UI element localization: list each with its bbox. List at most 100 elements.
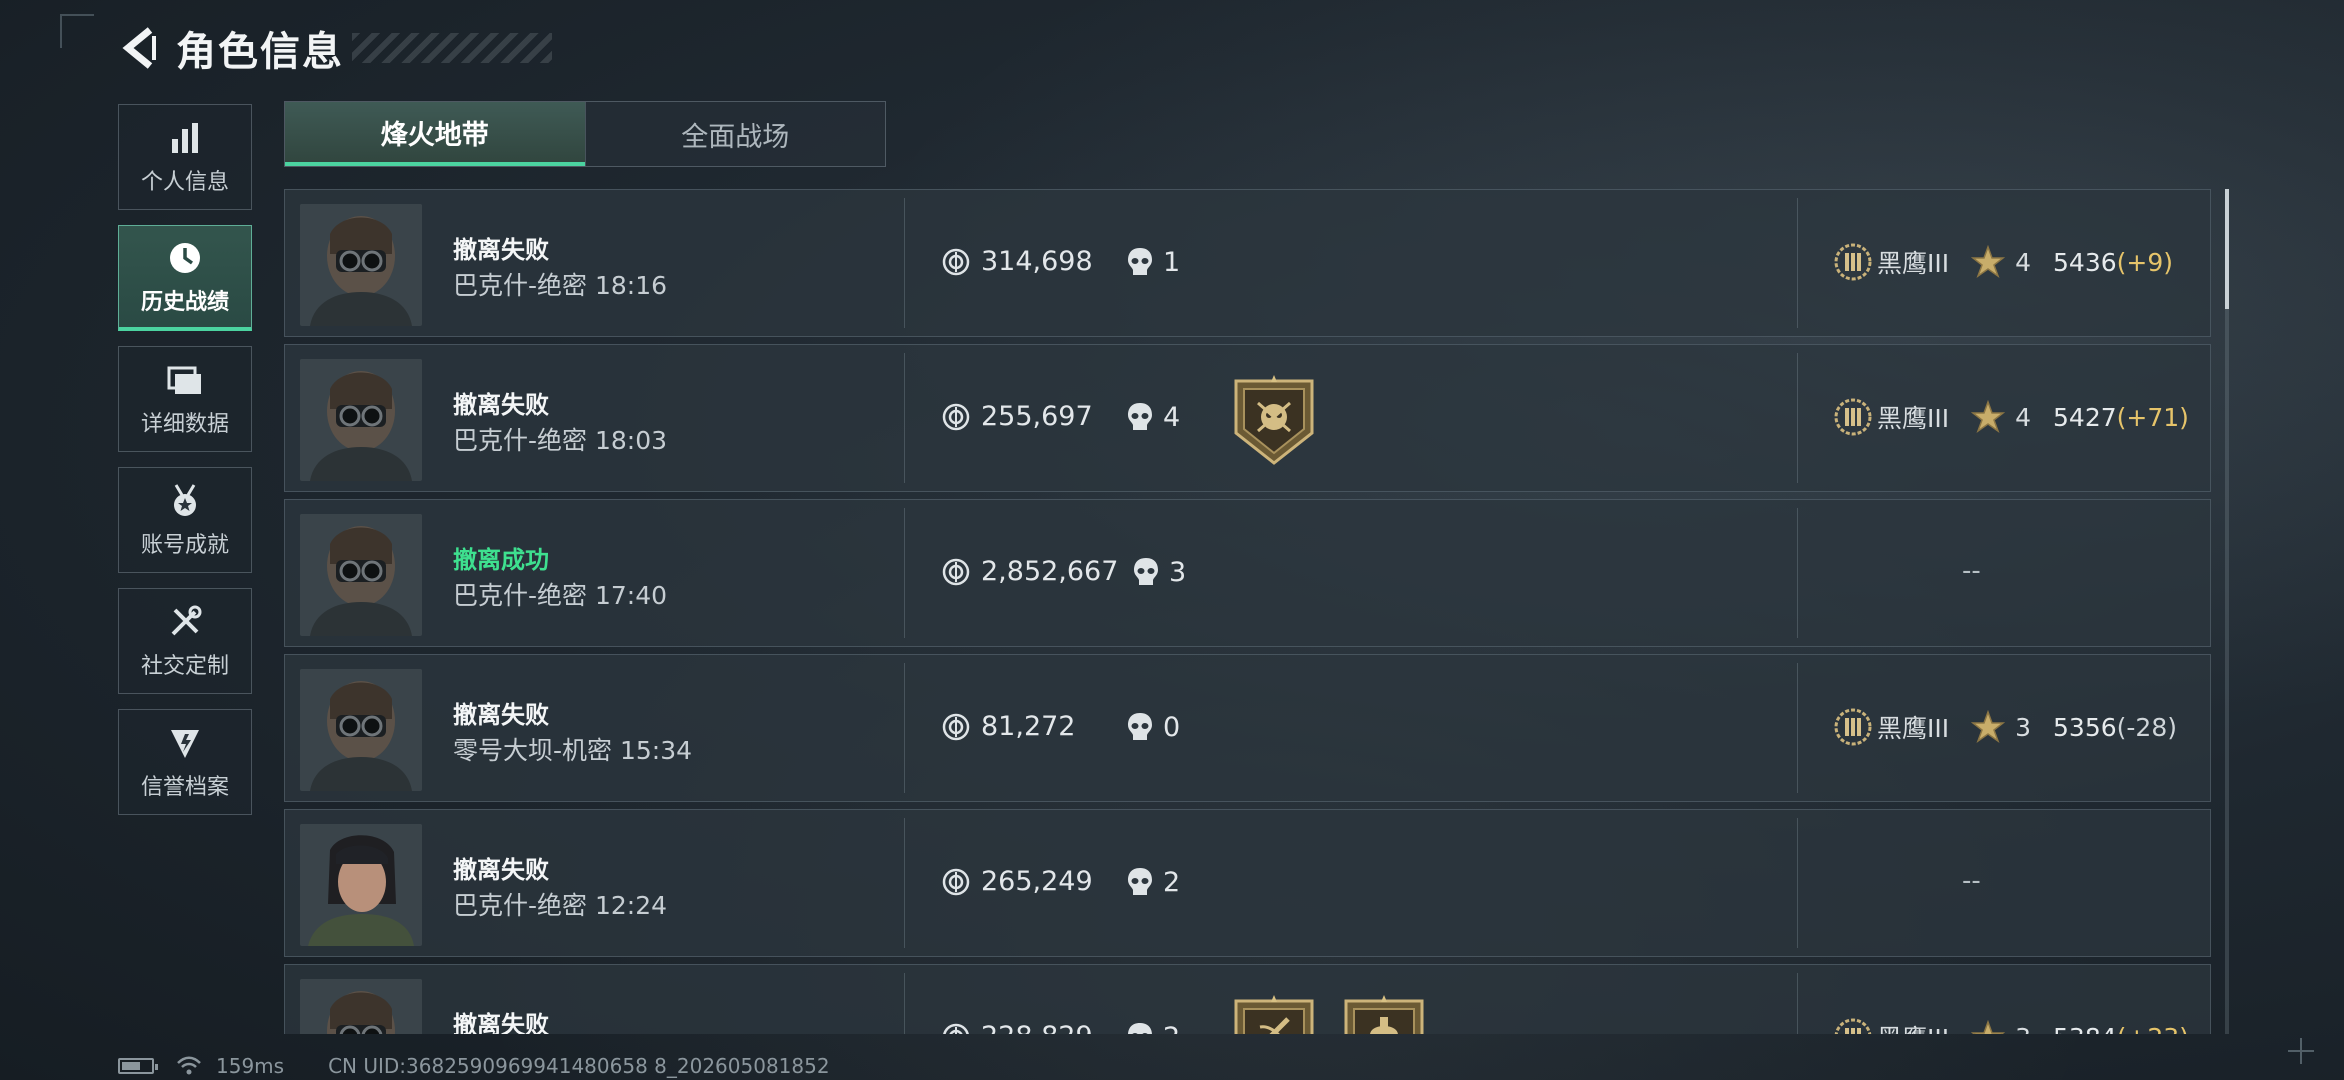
corner-decoration (60, 14, 94, 48)
nav-label: 个人信息 (140, 170, 229, 195)
match-record-row[interactable]: 撤离失败 巴克什-绝密 12:24 265,249 2 -- (284, 809, 2211, 957)
title-decoration (352, 33, 552, 63)
knife-medal-icon[interactable] (1230, 995, 1318, 1034)
kill-count-text: 3 (1169, 556, 1187, 588)
skull-icon (1125, 401, 1155, 433)
back-arrow-icon[interactable] (118, 22, 162, 74)
kill-count: 0 (1125, 711, 1180, 743)
divider (904, 973, 905, 1034)
coin-icon (941, 247, 971, 277)
loot-value: 2,852,667 (941, 556, 1118, 587)
rank-score: 5384 (2053, 1023, 2117, 1035)
nav-item-detailed-data[interactable]: 详细数据 (118, 346, 252, 452)
rank-name: 黑鹰III (1877, 404, 1950, 433)
medal-icon (165, 481, 205, 521)
loot-value-text: 314,698 (981, 246, 1093, 277)
divider (1797, 508, 1798, 638)
nav-item-social-customization[interactable]: 社交定制 (118, 588, 252, 694)
match-record-row[interactable]: 撤离失败 228,829 2 黑鹰III 3 5384(+23) (284, 964, 2211, 1034)
loot-value-text: 81,272 (981, 711, 1076, 742)
divider (1797, 973, 1798, 1034)
rank-badge-icon (1833, 397, 1873, 437)
skull-icon (1125, 1021, 1155, 1034)
star-icon (1971, 245, 2005, 279)
loot-value: 81,272 (941, 711, 1075, 742)
operator-avatar (300, 669, 422, 791)
loot-value: 265,249 (941, 866, 1093, 897)
clock-icon (165, 238, 205, 278)
score-delta: (+23) (2117, 1023, 2189, 1035)
tab-beacon-zone[interactable]: 烽火地带 (285, 102, 585, 166)
rank-name: 黑鹰III (1877, 714, 1950, 743)
tools-icon (165, 602, 205, 642)
map-and-time: 巴克什-绝密 12:24 (453, 891, 668, 920)
loot-value-text: 255,697 (981, 401, 1093, 432)
star-icon (1971, 1020, 2005, 1034)
helmet-medal-icon[interactable] (1340, 995, 1428, 1034)
star-icon (1971, 400, 2005, 434)
bar-chart-icon (165, 118, 205, 158)
nav-item-match-history[interactable]: 历史战绩 (118, 225, 252, 331)
scrollbar-thumb[interactable] (2225, 189, 2229, 309)
extraction-status: 撤离失败 (453, 856, 549, 884)
kill-count: 1 (1125, 246, 1180, 278)
kill-count-text: 2 (1163, 1022, 1180, 1035)
divider (904, 663, 905, 793)
nav-label: 详细数据 (140, 412, 229, 437)
extraction-status: 撤离成功 (453, 546, 549, 574)
list-scrollbar[interactable] (2225, 189, 2229, 1034)
nav-label: 社交定制 (140, 654, 229, 679)
rank-name: 黑鹰III (1877, 1019, 1949, 1034)
page-header: 角色信息 (118, 20, 552, 76)
loot-value-text: 2,852,667 (981, 556, 1119, 587)
nav-label: 信誉档案 (140, 775, 229, 800)
skull-icon (1125, 711, 1155, 743)
nav-label: 账号成就 (140, 533, 229, 558)
nav-label: 历史战绩 (140, 289, 229, 315)
match-record-row[interactable]: 撤离失败 零号大坝-机密 15:34 81,272 0 黑鹰III 3 5356… (284, 654, 2211, 802)
ping-text: 159ms (216, 1054, 285, 1078)
divider (904, 353, 905, 483)
uid-text: CN UID:3682590969941480658 8_20260508185… (328, 1054, 830, 1078)
divider (1797, 818, 1798, 948)
rank-placeholder: -- (1962, 556, 1981, 586)
rank-info: 黑鹰III 4 5427 (+71) (1833, 397, 2189, 437)
coin-icon (941, 712, 971, 742)
score-delta: (-28) (2116, 712, 2177, 742)
match-record-row[interactable]: 撤离成功 巴克什-绝密 17:40 2,852,667 3 -- (284, 499, 2211, 647)
rank-score: 5436 (2053, 247, 2117, 277)
rank-score: 5356 (2053, 712, 2117, 742)
divider (904, 818, 905, 948)
kill-count: 2 (1125, 866, 1180, 898)
score-delta: (+71) (2116, 402, 2189, 432)
nav-item-credit-record[interactable]: 信誉档案 (118, 709, 252, 815)
match-record-row[interactable]: 撤离失败 巴克什-绝密 18:03 255,697 4 黑鹰III 4 5427… (284, 344, 2211, 492)
corner-plus-icon (2288, 1038, 2314, 1064)
extraction-status: 撤离失败 (453, 236, 549, 264)
rank-name: 黑鹰III (1877, 249, 1950, 278)
kill-count-text: 4 (1163, 401, 1181, 433)
kill-count-text: 0 (1163, 711, 1181, 743)
nav-item-achievements[interactable]: 账号成就 (118, 467, 252, 573)
operator-avatar (300, 979, 422, 1034)
score-delta: (+9) (2116, 247, 2174, 277)
skull-medal-icon[interactable] (1230, 375, 1318, 467)
folder-icon (165, 360, 205, 400)
rank-badge-icon (1833, 707, 1873, 747)
battery-icon (118, 1058, 158, 1074)
rank-score: 5427 (2053, 402, 2117, 432)
operator-avatar (300, 359, 422, 481)
shield-icon (165, 723, 205, 763)
map-and-time: 巴克什-绝密 18:16 (453, 271, 668, 300)
rank-info: 黑鹰III 3 5356 (-28) (1833, 707, 2177, 747)
operator-avatar (300, 204, 422, 326)
kill-count: 4 (1125, 401, 1180, 433)
rank-info: 黑鹰III 3 5384(+23) (1833, 1017, 2189, 1034)
star-count: 4 (2015, 247, 2032, 277)
divider (1797, 198, 1798, 328)
divider (904, 508, 905, 638)
extraction-status: 撤离失败 (453, 701, 549, 729)
nav-item-personal-info[interactable]: 个人信息 (118, 104, 252, 210)
tab-all-out-warfare[interactable]: 全面战场 (584, 102, 886, 166)
match-record-row[interactable]: 撤离失败 巴克什-绝密 18:16 314,698 1 黑鹰III 4 5436… (284, 189, 2211, 337)
